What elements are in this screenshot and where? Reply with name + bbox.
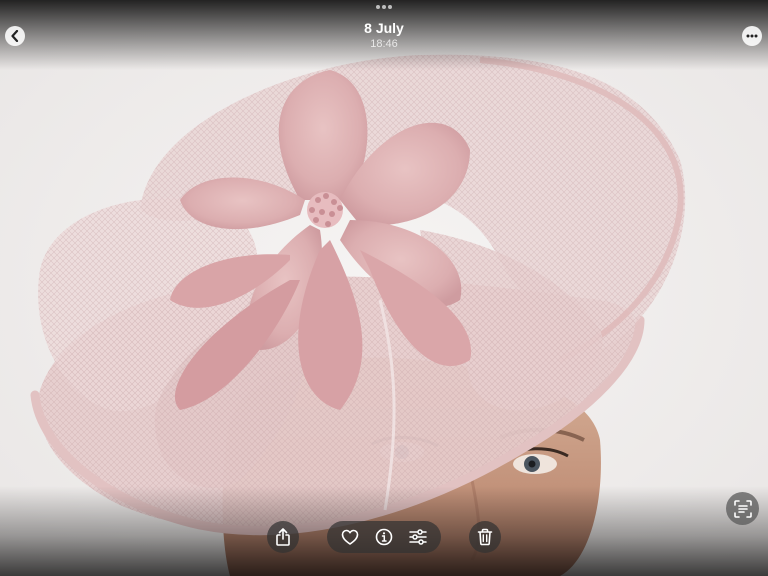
grabber-dot [388,5,392,9]
trash-icon [477,528,493,546]
grabber-dot [376,5,380,9]
share-icon [276,528,290,546]
favorite-button[interactable] [337,524,363,550]
photo-time: 18:46 [370,38,398,50]
photo[interactable] [0,0,768,576]
sliders-icon [409,529,427,545]
live-text-icon [733,499,752,518]
delete-button[interactable] [469,521,501,553]
photo-title: 8 July 18:46 [284,20,484,51]
info-button[interactable] [371,524,397,550]
adjust-button[interactable] [405,524,431,550]
share-button[interactable] [267,521,299,553]
chevron-left-icon [11,30,19,42]
live-text-button[interactable] [726,492,759,525]
grabber-dot [382,5,386,9]
info-icon [375,528,393,546]
ellipsis-icon [746,34,758,38]
heart-icon [341,529,359,545]
back-button[interactable] [5,26,25,46]
more-button[interactable] [742,26,762,46]
photo-actions-group [327,521,441,553]
photo-date: 8 July [364,20,404,36]
window-grabber[interactable] [376,4,392,10]
